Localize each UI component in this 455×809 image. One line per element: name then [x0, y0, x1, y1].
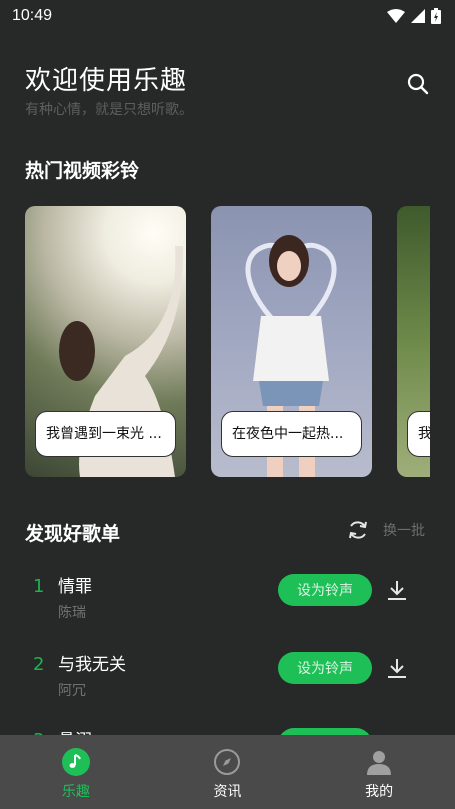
set-ringtone-button[interactable]: 设为铃声 [278, 652, 372, 684]
set-ringtone-button[interactable]: 设为铃声 [278, 574, 372, 606]
cellular-signal-icon [411, 9, 425, 23]
song-rank: 2 [33, 654, 45, 675]
video-card[interactable]: 在夜色中一起热... [211, 206, 372, 477]
status-bar: 10:49 [0, 0, 455, 32]
video-card[interactable]: 我 [397, 206, 430, 477]
song-rank: 1 [33, 576, 45, 597]
page-title: 欢迎使用乐趣 [25, 66, 188, 96]
nav-label: 资讯 [213, 784, 242, 800]
song-row[interactable]: 2 与我无关 阿冗 设为铃声 [25, 648, 430, 718]
song-row[interactable]: 1 情罪 陈瑞 设为铃声 [25, 570, 430, 640]
refresh-icon [349, 521, 367, 539]
download-icon[interactable] [385, 578, 409, 602]
compass-icon [214, 749, 241, 775]
video-card-caption: 我曾遇到一束光 ... [35, 411, 176, 457]
nav-item-news[interactable]: 资讯 [152, 735, 302, 809]
playlist-section-title: 发现好歌单 [25, 523, 121, 545]
nav-item-home[interactable]: 乐趣 [1, 735, 151, 809]
nav-label: 我的 [365, 784, 394, 800]
song-artist: 阿冗 [58, 683, 86, 699]
status-icons [387, 8, 441, 24]
battery-charging-icon [431, 8, 441, 24]
song-title: 与我无关 [58, 655, 126, 675]
song-artist: 陈瑞 [58, 605, 86, 621]
wifi-icon [387, 9, 405, 23]
header: 欢迎使用乐趣 有种心情，就是只想听歌。 [25, 60, 430, 119]
search-icon[interactable] [406, 72, 430, 96]
download-icon[interactable] [385, 656, 409, 680]
video-card-carousel[interactable]: 我曾遇到一束光 ... 在夜色中一起热... 我 [25, 206, 430, 478]
song-title: 情罪 [58, 577, 92, 597]
nav-item-profile[interactable]: 我的 [304, 735, 454, 809]
page-subtitle: 有种心情，就是只想听歌。 [25, 102, 193, 118]
video-card-caption: 在夜色中一起热... [221, 411, 362, 457]
person-icon [367, 751, 392, 775]
bottom-nav: 乐趣 资讯 我的 [0, 735, 455, 809]
video-section-title: 热门视频彩铃 [25, 160, 140, 182]
music-note-icon [61, 748, 90, 776]
video-card-caption: 我 [407, 411, 430, 457]
refresh-button[interactable]: 换一批 [347, 519, 425, 541]
refresh-label: 换一批 [383, 523, 425, 539]
nav-label: 乐趣 [61, 784, 90, 800]
video-card[interactable]: 我曾遇到一束光 ... [25, 206, 186, 477]
status-time: 10:49 [12, 7, 53, 24]
